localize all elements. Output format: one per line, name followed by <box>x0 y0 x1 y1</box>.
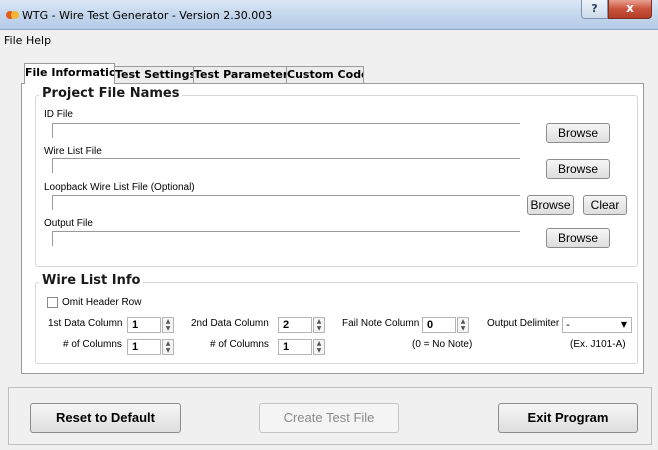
first-data-column-spinner[interactable]: ▲ ▼ <box>162 317 174 333</box>
output-delimiter-value: - <box>566 318 570 331</box>
tab-custom-code[interactable]: Custom Code <box>286 66 364 84</box>
spin-up-arrow-icon[interactable]: ▲ <box>314 340 324 347</box>
second-columns-count-value[interactable]: 1 <box>278 339 312 355</box>
fail-note-hint: (0 = No Note) <box>412 339 473 350</box>
spin-down-arrow-icon[interactable]: ▼ <box>458 325 468 332</box>
menu-bar <box>0 30 658 50</box>
first-data-column-value[interactable]: 1 <box>127 317 161 333</box>
app-icon <box>6 11 19 19</box>
chevron-down-icon[interactable]: ▼ <box>621 318 627 332</box>
wire-list-file-input[interactable] <box>52 158 520 173</box>
output-file-browse-button[interactable]: Browse <box>546 228 610 248</box>
second-columns-count-spinner[interactable]: ▲ ▼ <box>313 339 325 355</box>
loopback-browse-button[interactable]: Browse <box>527 195 574 215</box>
tab-test-settings[interactable]: Test Settings <box>114 66 194 84</box>
spin-up-arrow-icon[interactable]: ▲ <box>458 318 468 325</box>
spin-down-arrow-icon[interactable]: ▼ <box>163 347 173 354</box>
wire-list-info-legend: Wire List Info <box>39 273 144 288</box>
menu-file[interactable]: File <box>4 34 22 47</box>
first-columns-count-value[interactable]: 1 <box>127 339 161 355</box>
wire-list-browse-button[interactable]: Browse <box>546 159 610 179</box>
tab-test-parameters[interactable]: Test Parameters <box>193 66 287 84</box>
fail-note-column-value[interactable]: 0 <box>422 317 456 333</box>
menu-help[interactable]: Help <box>26 34 51 47</box>
delimiter-hint: (Ex. J101-A) <box>570 339 626 350</box>
spin-down-arrow-icon[interactable]: ▼ <box>314 325 324 332</box>
loopback-file-label: Loopback Wire List File (Optional) <box>44 182 195 193</box>
first-columns-count-spinner[interactable]: ▲ ▼ <box>162 339 174 355</box>
output-delimiter-label: Output Delimiter <box>487 318 560 329</box>
loopback-clear-button[interactable]: Clear <box>583 195 627 215</box>
omit-header-label: Omit Header Row <box>62 297 142 308</box>
spin-up-arrow-icon[interactable]: ▲ <box>163 340 173 347</box>
id-file-browse-button[interactable]: Browse <box>546 123 610 143</box>
spin-down-arrow-icon[interactable]: ▼ <box>314 347 324 354</box>
first-columns-count-label: # of Columns <box>63 339 122 350</box>
close-button[interactable]: x <box>608 0 652 19</box>
output-delimiter-select[interactable]: - ▼ <box>562 317 632 333</box>
reset-to-default-button[interactable]: Reset to Default <box>30 403 181 433</box>
output-file-label: Output File <box>44 218 93 229</box>
tab-file-information[interactable]: File Information <box>24 63 115 84</box>
second-data-column-spinner[interactable]: ▲ ▼ <box>313 317 325 333</box>
spin-down-arrow-icon[interactable]: ▼ <box>163 325 173 332</box>
first-data-column-label: 1st Data Column <box>48 318 123 329</box>
second-data-column-value[interactable]: 2 <box>278 317 312 333</box>
spin-up-arrow-icon[interactable]: ▲ <box>163 318 173 325</box>
exit-program-button[interactable]: Exit Program <box>498 403 638 433</box>
create-test-file-button: Create Test File <box>259 403 399 433</box>
fail-note-column-spinner[interactable]: ▲ ▼ <box>457 317 469 333</box>
id-file-input[interactable] <box>52 123 520 138</box>
fail-note-column-label: Fail Note Column <box>342 318 420 329</box>
wire-list-file-label: Wire List File <box>44 146 102 157</box>
second-columns-count-label: # of Columns <box>210 339 269 350</box>
id-file-label: ID File <box>44 109 73 120</box>
spin-up-arrow-icon[interactable]: ▲ <box>314 318 324 325</box>
output-file-input[interactable] <box>52 231 520 246</box>
project-file-names-legend: Project File Names <box>39 86 183 101</box>
help-button[interactable]: ? <box>581 0 608 19</box>
omit-header-checkbox[interactable] <box>47 297 58 308</box>
second-data-column-label: 2nd Data Column <box>191 318 269 329</box>
window-title: WTG - Wire Test Generator - Version 2.30… <box>22 9 273 22</box>
loopback-file-input[interactable] <box>52 195 520 210</box>
